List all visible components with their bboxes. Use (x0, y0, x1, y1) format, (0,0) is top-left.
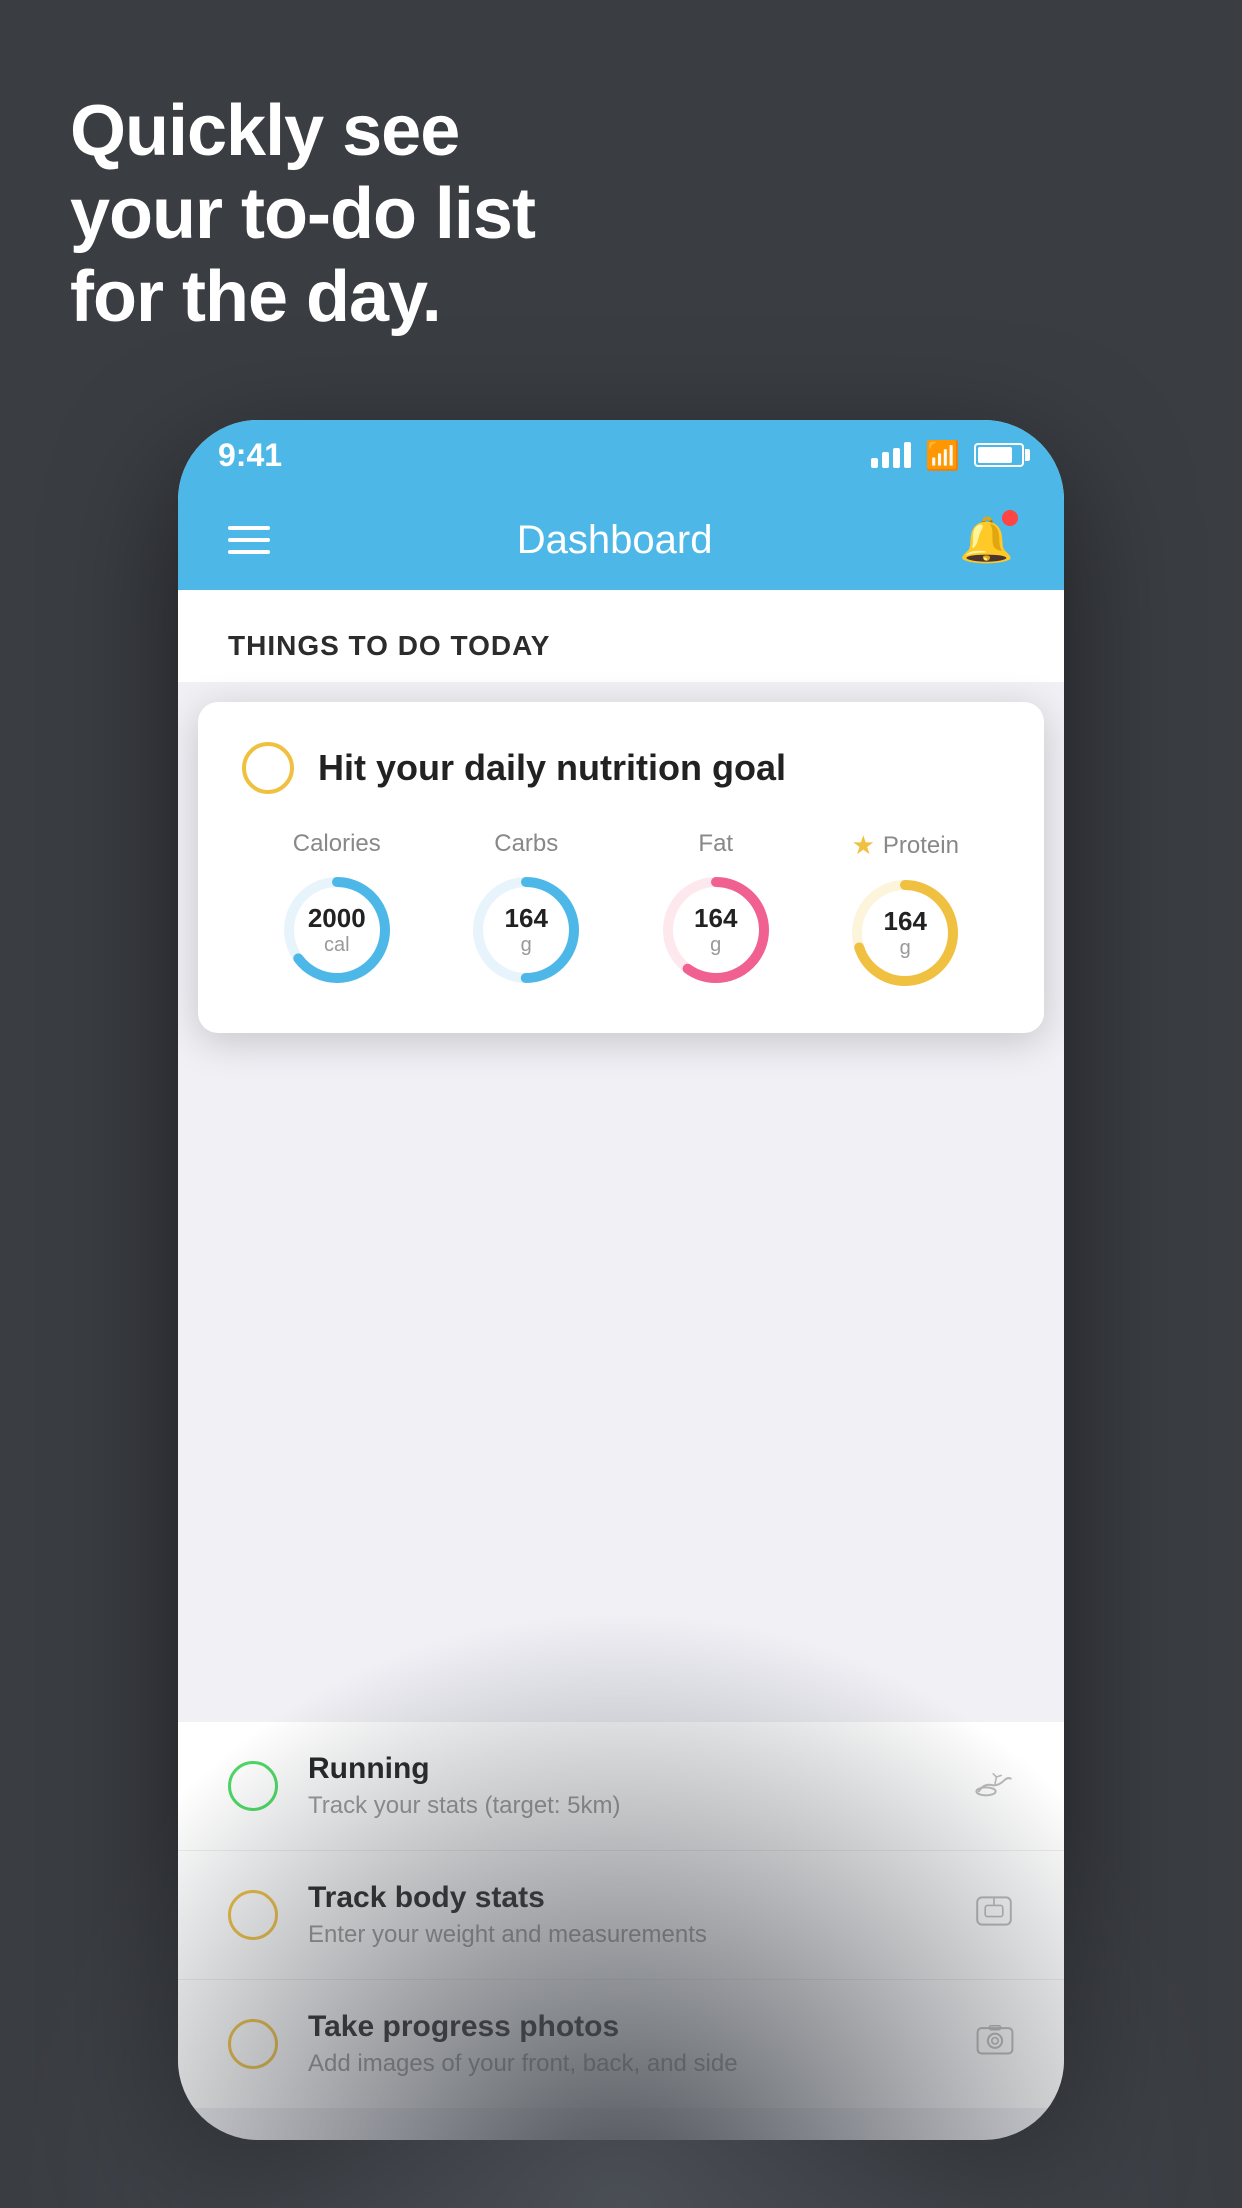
body-stats-checkbox[interactable] (228, 1890, 278, 1940)
signal-icon (871, 442, 911, 468)
carbs-label: Carbs (494, 830, 558, 858)
protein-value: 164 (884, 906, 927, 937)
calories-unit: cal (308, 934, 366, 957)
nutrition-calories: Calories 2000 cal (277, 830, 397, 990)
calories-value: 2000 (308, 903, 366, 934)
scale-icon (974, 1894, 1014, 1937)
card-header: Hit your daily nutrition goal (242, 742, 1000, 794)
nav-title: Dashboard (517, 518, 713, 563)
protein-unit: g (884, 937, 927, 960)
protein-label-wrapper: ★ Protein (852, 830, 959, 861)
phone-content: THINGS TO DO TODAY Hit your daily nutrit… (178, 590, 1064, 2140)
battery-icon (974, 443, 1024, 467)
progress-photos-checkbox[interactable] (228, 2019, 278, 2069)
notification-bell-icon[interactable]: 🔔 (959, 514, 1014, 566)
todo-running[interactable]: Running Track your stats (target: 5km) (178, 1722, 1064, 1851)
todo-list: Running Track your stats (target: 5km) (178, 1722, 1064, 2109)
nav-bar: Dashboard 🔔 (178, 490, 1064, 590)
nutrition-circles: Calories 2000 cal (242, 830, 1000, 993)
hero-line2: your to-do list (70, 173, 535, 256)
notification-dot (1002, 510, 1018, 526)
photo-icon (976, 2023, 1014, 2066)
body-stats-text: Track body stats Enter your weight and m… (308, 1881, 944, 1949)
nutrition-protein: ★ Protein 164 g (845, 830, 965, 993)
protein-donut: 164 g (845, 873, 965, 993)
calories-donut: 2000 cal (277, 870, 397, 990)
protein-star-icon: ★ (852, 830, 875, 861)
carbs-donut: 164 g (466, 870, 586, 990)
wifi-icon: 📶 (925, 439, 960, 472)
progress-photos-desc: Add images of your front, back, and side (308, 2050, 946, 2078)
status-time: 9:41 (218, 437, 282, 474)
phone-mockup: 9:41 📶 Dashboard 🔔 (178, 420, 1064, 2140)
card-area: Hit your daily nutrition goal Calories (178, 682, 1064, 1202)
nutrition-fat: Fat 164 g (656, 830, 776, 990)
nutrition-card: Hit your daily nutrition goal Calories (198, 702, 1044, 1033)
carbs-unit: g (505, 934, 548, 957)
body-stats-desc: Enter your weight and measurements (308, 1921, 944, 1949)
hamburger-menu[interactable] (228, 526, 270, 554)
running-name: Running (308, 1752, 944, 1786)
nutrition-carbs: Carbs 164 g (466, 830, 586, 990)
things-todo-section: THINGS TO DO TODAY (178, 590, 1064, 682)
running-desc: Track your stats (target: 5km) (308, 1792, 944, 1820)
todo-progress-photos[interactable]: Take progress photos Add images of your … (178, 1980, 1064, 2109)
carbs-value: 164 (505, 903, 548, 934)
hero-text: Quickly see your to-do list for the day. (70, 90, 535, 338)
progress-photos-name: Take progress photos (308, 2010, 946, 2044)
status-bar: 9:41 📶 (178, 420, 1064, 490)
nutrition-card-title: Hit your daily nutrition goal (318, 747, 786, 789)
fat-value: 164 (694, 903, 737, 934)
fat-label: Fat (698, 830, 733, 858)
todo-body-stats[interactable]: Track body stats Enter your weight and m… (178, 1851, 1064, 1980)
running-text: Running Track your stats (target: 5km) (308, 1752, 944, 1820)
running-icon (974, 1765, 1014, 1807)
status-icons: 📶 (871, 439, 1024, 472)
progress-photos-text: Take progress photos Add images of your … (308, 2010, 946, 2078)
protein-label: Protein (883, 832, 959, 860)
things-todo-title: THINGS TO DO TODAY (228, 630, 1014, 662)
hero-line1: Quickly see (70, 90, 535, 173)
fat-unit: g (694, 934, 737, 957)
body-stats-name: Track body stats (308, 1881, 944, 1915)
running-checkbox[interactable] (228, 1761, 278, 1811)
nutrition-checkbox[interactable] (242, 742, 294, 794)
hero-line3: for the day. (70, 256, 535, 339)
calories-label: Calories (293, 830, 381, 858)
fat-donut: 164 g (656, 870, 776, 990)
scrollable-content: THINGS TO DO TODAY Hit your daily nutrit… (178, 590, 1064, 2140)
